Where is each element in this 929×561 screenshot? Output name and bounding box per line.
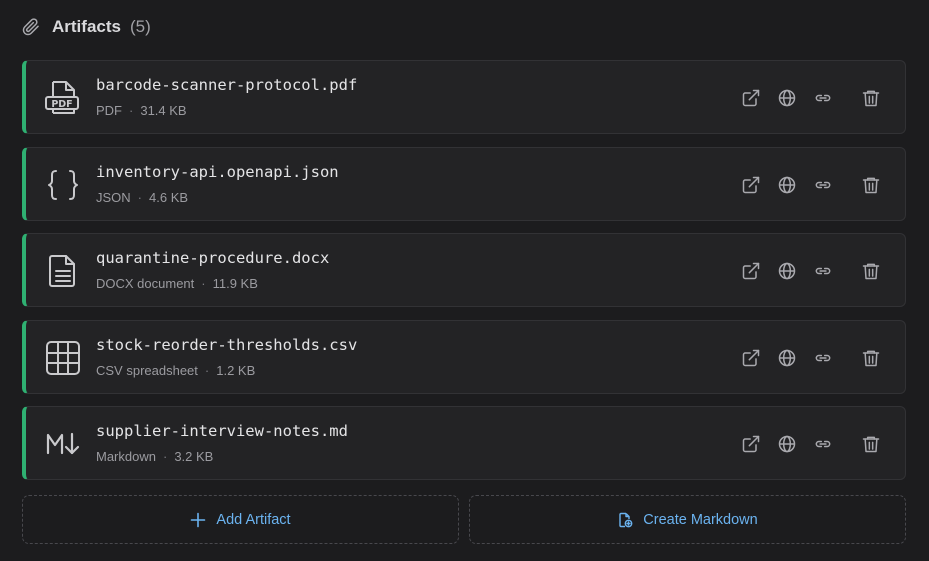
artifact-name[interactable]: inventory-api.openapi.json — [96, 163, 339, 181]
link-icon[interactable] — [813, 88, 833, 108]
artifact-name[interactable]: supplier-interview-notes.md — [96, 422, 348, 440]
meta-separator: · — [162, 449, 168, 464]
artifact-type: Markdown — [96, 449, 156, 464]
artifact-count: (5) — [129, 17, 151, 36]
artifact-name[interactable]: quarantine-procedure.docx — [96, 249, 329, 267]
create-markdown-button[interactable]: Create Markdown — [469, 495, 906, 544]
artifact-meta: PDF · 31.4 KB — [96, 103, 187, 118]
file-plus-icon — [617, 512, 633, 528]
globe-icon[interactable] — [777, 88, 797, 108]
open-external-icon[interactable] — [741, 175, 761, 195]
artifact-meta: CSV spreadsheet · 1.2 KB — [96, 363, 255, 378]
link-icon[interactable] — [813, 348, 833, 368]
open-external-icon[interactable] — [741, 88, 761, 108]
json-braces-icon — [44, 166, 82, 204]
link-icon[interactable] — [813, 434, 833, 454]
trash-icon[interactable] — [861, 348, 881, 368]
globe-icon[interactable] — [777, 348, 797, 368]
artifact-meta: DOCX document · 11.9 KB — [96, 276, 258, 291]
plus-icon — [190, 512, 206, 528]
artifact-size: 1.2 KB — [216, 363, 256, 378]
trash-icon[interactable] — [861, 88, 881, 108]
globe-icon[interactable] — [777, 434, 797, 454]
link-icon[interactable] — [813, 261, 833, 281]
open-external-icon[interactable] — [741, 261, 761, 281]
artifact-name[interactable]: stock-reorder-thresholds.csv — [96, 336, 357, 354]
artifact-actions — [741, 434, 881, 454]
artifact-item[interactable]: quarantine-procedure.docx DOCX document ·… — [22, 233, 906, 307]
open-external-icon[interactable] — [741, 348, 761, 368]
globe-icon[interactable] — [777, 261, 797, 281]
artifact-type: DOCX document — [96, 276, 195, 291]
open-external-icon[interactable] — [741, 434, 761, 454]
pdf-file-icon: PDF — [44, 79, 82, 117]
trash-icon[interactable] — [861, 261, 881, 281]
artifact-item[interactable]: inventory-api.openapi.json JSON · 4.6 KB — [22, 147, 906, 221]
artifact-size: 31.4 KB — [140, 103, 187, 118]
meta-separator: · — [129, 103, 134, 118]
globe-icon[interactable] — [777, 175, 797, 195]
add-artifact-label: Add Artifact — [216, 511, 291, 528]
artifacts-header: Artifacts (5) — [22, 14, 151, 40]
artifact-meta: JSON · 4.6 KB — [96, 190, 188, 205]
artifact-actions — [741, 261, 881, 281]
meta-separator: · — [204, 363, 210, 378]
artifact-size: 4.6 KB — [149, 190, 189, 205]
meta-separator: · — [137, 190, 143, 205]
artifact-item[interactable]: stock-reorder-thresholds.csv CSV spreads… — [22, 320, 906, 394]
document-icon — [44, 252, 82, 290]
artifact-meta: Markdown · 3.2 KB — [96, 449, 213, 464]
artifact-item[interactable]: PDF barcode-scanner-protocol.pdf PDF · 31.… — [22, 60, 906, 134]
svg-text:PDF: PDF — [51, 99, 72, 110]
artifact-actions — [741, 348, 881, 368]
artifact-type: PDF — [96, 103, 122, 118]
artifact-type: JSON — [96, 190, 131, 205]
artifact-type: CSV spreadsheet — [96, 363, 198, 378]
artifact-name[interactable]: barcode-scanner-protocol.pdf — [96, 76, 357, 94]
artifact-actions — [741, 175, 881, 195]
artifact-size: 3.2 KB — [174, 449, 214, 464]
section-title: Artifacts — [52, 17, 121, 36]
link-icon[interactable] — [813, 175, 833, 195]
create-markdown-label: Create Markdown — [643, 511, 758, 528]
artifact-size: 11.9 KB — [212, 276, 258, 291]
paperclip-icon — [22, 18, 40, 36]
meta-separator: · — [201, 276, 206, 291]
artifacts-panel: Artifacts (5) PDF barcode-scanner-protoc… — [0, 0, 929, 561]
trash-icon[interactable] — [861, 434, 881, 454]
add-artifact-button[interactable]: Add Artifact — [22, 495, 459, 544]
artifact-actions — [741, 88, 881, 108]
spreadsheet-grid-icon — [44, 339, 82, 377]
artifact-item[interactable]: supplier-interview-notes.md Markdown · 3.2… — [22, 406, 906, 480]
markdown-icon — [44, 425, 82, 463]
trash-icon[interactable] — [861, 175, 881, 195]
